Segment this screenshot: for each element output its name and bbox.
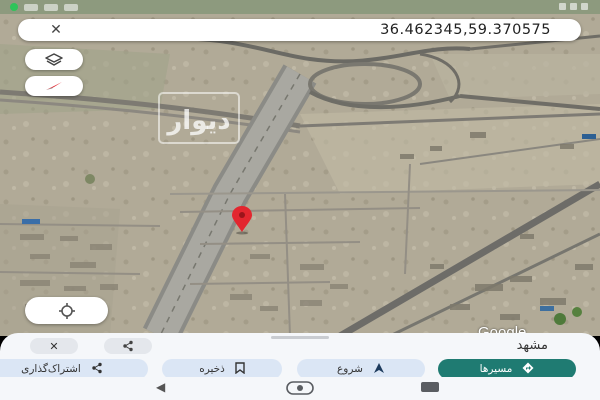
my-location-button[interactable] (25, 297, 108, 324)
compass-icon (46, 82, 62, 90)
share-icon (91, 362, 103, 377)
sheet-drag-handle[interactable] (271, 336, 329, 339)
directions-button[interactable]: مسیرها (438, 359, 576, 379)
save-button[interactable]: ذخیره (162, 359, 282, 379)
close-icon: ✕ (49, 339, 59, 353)
home-icon[interactable] (286, 380, 314, 395)
sheet-share-button[interactable] (104, 338, 152, 354)
notification-dot-icon (10, 3, 18, 11)
coordinates-text[interactable]: 36.462345,59.370575 (380, 21, 551, 39)
layers-icon (45, 52, 63, 66)
navigation-arrow-icon (373, 362, 385, 377)
status-glyph-icon (64, 3, 78, 11)
my-location-icon (58, 302, 75, 319)
directions-label: مسیرها (479, 363, 513, 375)
search-bar[interactable]: ✕ 36.462345,59.370575 (18, 19, 581, 41)
watermark-logo: دیوار (155, 89, 243, 147)
share-label: اشتراک‌گذاری (21, 363, 81, 375)
map-imagery (0, 14, 600, 336)
save-label: ذخیره (199, 363, 225, 375)
layers-button[interactable] (25, 49, 83, 70)
signal-icon (559, 3, 566, 10)
location-pin-icon[interactable] (222, 205, 262, 235)
watermark-text: دیوار (165, 106, 230, 136)
start-label: شروع (337, 363, 363, 375)
place-name: مشهد (516, 338, 548, 353)
status-icons-left (10, 3, 78, 11)
action-row: مسیرها شروع ذخیره اشتراک‌گذاری (0, 359, 600, 379)
share-icon (123, 340, 133, 352)
status-glyph-icon (24, 3, 38, 11)
start-button[interactable]: شروع (297, 359, 425, 379)
share-action-button[interactable]: اشتراک‌گذاری (0, 359, 148, 379)
status-glyph-icon (44, 3, 58, 11)
compass-button[interactable] (25, 76, 83, 96)
directions-icon (522, 362, 534, 377)
wifi-icon (570, 3, 577, 10)
recents-icon[interactable] (421, 382, 439, 392)
battery-icon (581, 3, 588, 10)
satellite-map[interactable]: دیوار Google (0, 14, 600, 336)
status-icons-right (559, 3, 588, 10)
back-icon[interactable]: ◀ (156, 380, 170, 394)
close-icon[interactable]: ✕ (46, 20, 66, 40)
system-nav-bar: ◀ (0, 377, 600, 400)
status-bar (0, 0, 600, 14)
bookmark-icon (235, 361, 245, 377)
sheet-close-button[interactable]: ✕ (30, 338, 78, 354)
